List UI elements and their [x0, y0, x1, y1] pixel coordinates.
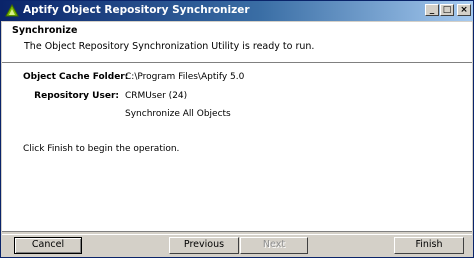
sync-mode-value: Synchronize All Objects — [125, 109, 231, 119]
header-panel: Synchronize The Object Repository Synchr… — [2, 22, 472, 63]
step-title: Synchronize — [12, 25, 78, 36]
finish-button[interactable]: Finish — [394, 237, 464, 254]
next-button[interactable]: Next — [240, 237, 308, 254]
maximize-button[interactable]: □ — [440, 4, 454, 16]
cancel-button[interactable]: Cancel — [14, 237, 82, 254]
step-description: The Object Repository Synchronization Ut… — [24, 41, 315, 52]
title-bar[interactable]: Aptify Object Repository Synchronizer _ … — [1, 1, 473, 21]
repository-user-value: CRMUser (24) — [125, 91, 188, 101]
content-panel: Object Cache Folder: C:\Program Files\Ap… — [2, 63, 472, 231]
footer-divider — [2, 231, 472, 235]
aptify-app-icon — [5, 4, 19, 17]
window-title: Aptify Object Repository Synchronizer — [23, 4, 250, 16]
cache-folder-value: C:\Program Files\Aptify 5.0 — [125, 72, 245, 82]
close-button[interactable]: × — [457, 4, 471, 16]
wizard-window: Aptify Object Repository Synchronizer _ … — [0, 0, 474, 258]
repository-user-label: Repository User: — [34, 91, 119, 101]
previous-button[interactable]: Previous — [169, 237, 239, 254]
instruction-text: Click Finish to begin the operation. — [23, 144, 180, 154]
cache-folder-label: Object Cache Folder: — [23, 72, 129, 82]
minimize-button[interactable]: _ — [425, 4, 439, 16]
